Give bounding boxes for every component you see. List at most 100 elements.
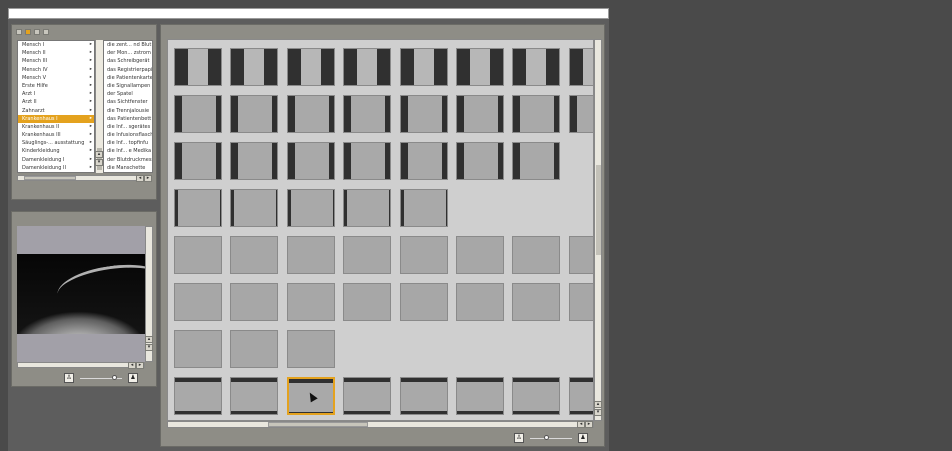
thumbnail-item[interactable] [287, 330, 335, 368]
list-item[interactable]: das Patientenbett [104, 115, 152, 123]
thumbnail-item[interactable] [456, 377, 504, 415]
list-item[interactable]: die Patientenkarte [104, 74, 152, 82]
list-item[interactable]: die zent... nd Blut [104, 41, 152, 49]
thumbnail-item[interactable] [400, 95, 448, 133]
arrow-down-icon[interactable]: ▾ [95, 159, 103, 166]
thumbnail-item[interactable] [512, 95, 560, 133]
arrow-left-icon[interactable]: ◂ [577, 421, 585, 428]
person-large-icon[interactable]: ♟ [128, 373, 138, 383]
category-item[interactable]: Zahnarzt ▸ [18, 107, 94, 115]
person-small-icon[interactable]: ♙ [64, 373, 74, 383]
thumbnail-item[interactable] [174, 189, 222, 227]
list-item[interactable]: der Mon... zstrom [104, 49, 152, 57]
slider-track[interactable] [530, 438, 572, 439]
thumbnail-item[interactable] [512, 48, 560, 86]
category-item[interactable]: Damenkleidung I ▸ [18, 156, 94, 164]
scroll-thumb[interactable] [24, 176, 76, 180]
thumbnail-item[interactable] [569, 95, 593, 133]
category-item[interactable]: Arzt II ▸ [18, 98, 94, 106]
thumbnail-item[interactable] [230, 95, 278, 133]
thumbnail-item[interactable] [456, 142, 504, 180]
category-item[interactable]: Säuglings-... ausstattung ▸ [18, 139, 94, 147]
arrow-right-icon[interactable]: ▸ [585, 421, 593, 428]
thumbnail-item[interactable] [343, 236, 391, 274]
thumbnail-item[interactable] [400, 283, 448, 321]
thumbnail-item[interactable] [343, 142, 391, 180]
thumbnail-item[interactable] [569, 283, 593, 321]
thumbnail-item[interactable] [230, 330, 278, 368]
thumbnail-item[interactable] [174, 142, 222, 180]
thumbnail-item[interactable] [343, 48, 391, 86]
slider-knob[interactable] [112, 375, 117, 380]
thumbnail-item[interactable] [569, 377, 593, 415]
thumbnail-item[interactable] [569, 236, 593, 274]
list-item[interactable]: die Inf... e Medika [104, 147, 152, 155]
thumbnail-item[interactable] [287, 95, 335, 133]
category-item[interactable]: Mensch IV ▸ [18, 66, 94, 74]
arrow-left-icon[interactable]: ◂ [128, 362, 136, 369]
thumbnail-item[interactable] [400, 377, 448, 415]
arrow-up-icon[interactable]: ▴ [95, 151, 103, 158]
thumbnail-item[interactable] [230, 236, 278, 274]
list-item[interactable]: das Sichtfenster [104, 98, 152, 106]
thumbnail-item[interactable] [456, 48, 504, 86]
zoom-icon[interactable] [34, 29, 40, 35]
category-item[interactable]: Kinderkleidung ▸ [18, 147, 94, 155]
thumbnail-item[interactable] [230, 189, 278, 227]
thumbnail-item[interactable] [287, 283, 335, 321]
thumbnail-item[interactable] [343, 189, 391, 227]
thumbnail-item[interactable] [456, 283, 504, 321]
thumbnail-item[interactable] [287, 48, 335, 86]
thumbnail-item[interactable] [230, 283, 278, 321]
list-item[interactable]: das Registrierpapier [104, 66, 152, 74]
thumbnail-item[interactable] [287, 189, 335, 227]
preview-hscrollbar[interactable] [17, 362, 145, 368]
arrow-right-icon[interactable]: ▸ [136, 362, 144, 369]
thumbnail-item[interactable] [287, 236, 335, 274]
thumbnail-item[interactable] [343, 283, 391, 321]
arrow-down-icon[interactable]: ▾ [594, 409, 602, 416]
thumbnail-item[interactable] [512, 142, 560, 180]
arrow-left-icon[interactable]: ◂ [136, 175, 144, 182]
thumbnail-item[interactable] [287, 142, 335, 180]
category-item[interactable]: Damenkleidung II ▸ [18, 164, 94, 172]
thumbnail-item[interactable] [512, 377, 560, 415]
list-item[interactable]: die Trennjalousie [104, 107, 152, 115]
arrow-up-icon[interactable]: ▴ [594, 401, 602, 408]
thumbnail-item[interactable] [174, 283, 222, 321]
thumbnail-item[interactable] [174, 95, 222, 133]
person-large-icon[interactable]: ♟ [578, 433, 588, 443]
thumbnail-item[interactable] [174, 377, 222, 415]
thumbnail-item[interactable] [400, 142, 448, 180]
thumbnail-item[interactable] [456, 95, 504, 133]
preview-size-slider[interactable]: ♙ ♟ [64, 373, 138, 383]
thumbnail-item[interactable] [343, 377, 391, 415]
thumbnail-item[interactable] [174, 236, 222, 274]
grid-hscrollbar[interactable] [167, 421, 594, 428]
list-item[interactable]: die Inf... sgerätes [104, 123, 152, 131]
category-item[interactable]: Krankenhaus II ▸ [18, 123, 94, 131]
thumbnail-item[interactable] [400, 189, 448, 227]
thumbnail-size-slider[interactable]: ♙ ♟ [514, 433, 588, 443]
thumbnail-item[interactable] [400, 236, 448, 274]
category-item[interactable]: Arzt I ▸ [18, 90, 94, 98]
thumbnail-item[interactable] [456, 236, 504, 274]
category-item[interactable]: Erste Hilfe ▸ [18, 82, 94, 90]
thumbnail-item[interactable] [569, 48, 593, 86]
thumbnail-item[interactable] [230, 48, 278, 86]
thumbnail-item[interactable] [174, 48, 222, 86]
arrow-down-icon[interactable]: ▾ [145, 344, 153, 351]
thumbnail-item[interactable] [512, 236, 560, 274]
thumbnail-item[interactable] [230, 377, 278, 415]
thumbnail-item[interactable] [343, 95, 391, 133]
scroll-thumb[interactable] [268, 422, 368, 427]
list-item[interactable]: die Inf... topfinfu [104, 139, 152, 147]
grid-vscrollbar[interactable] [594, 39, 602, 421]
thumbnail-item[interactable] [174, 330, 222, 368]
location-bar[interactable] [8, 8, 609, 19]
category-item[interactable]: Krankenhaus I ▸ [18, 114, 94, 123]
category-item[interactable]: Krankenhaus III ▸ [18, 131, 94, 139]
thumbnail-item[interactable] [230, 142, 278, 180]
scroll-thumb[interactable] [596, 165, 601, 255]
category-item[interactable]: Mensch III ▸ [18, 57, 94, 65]
